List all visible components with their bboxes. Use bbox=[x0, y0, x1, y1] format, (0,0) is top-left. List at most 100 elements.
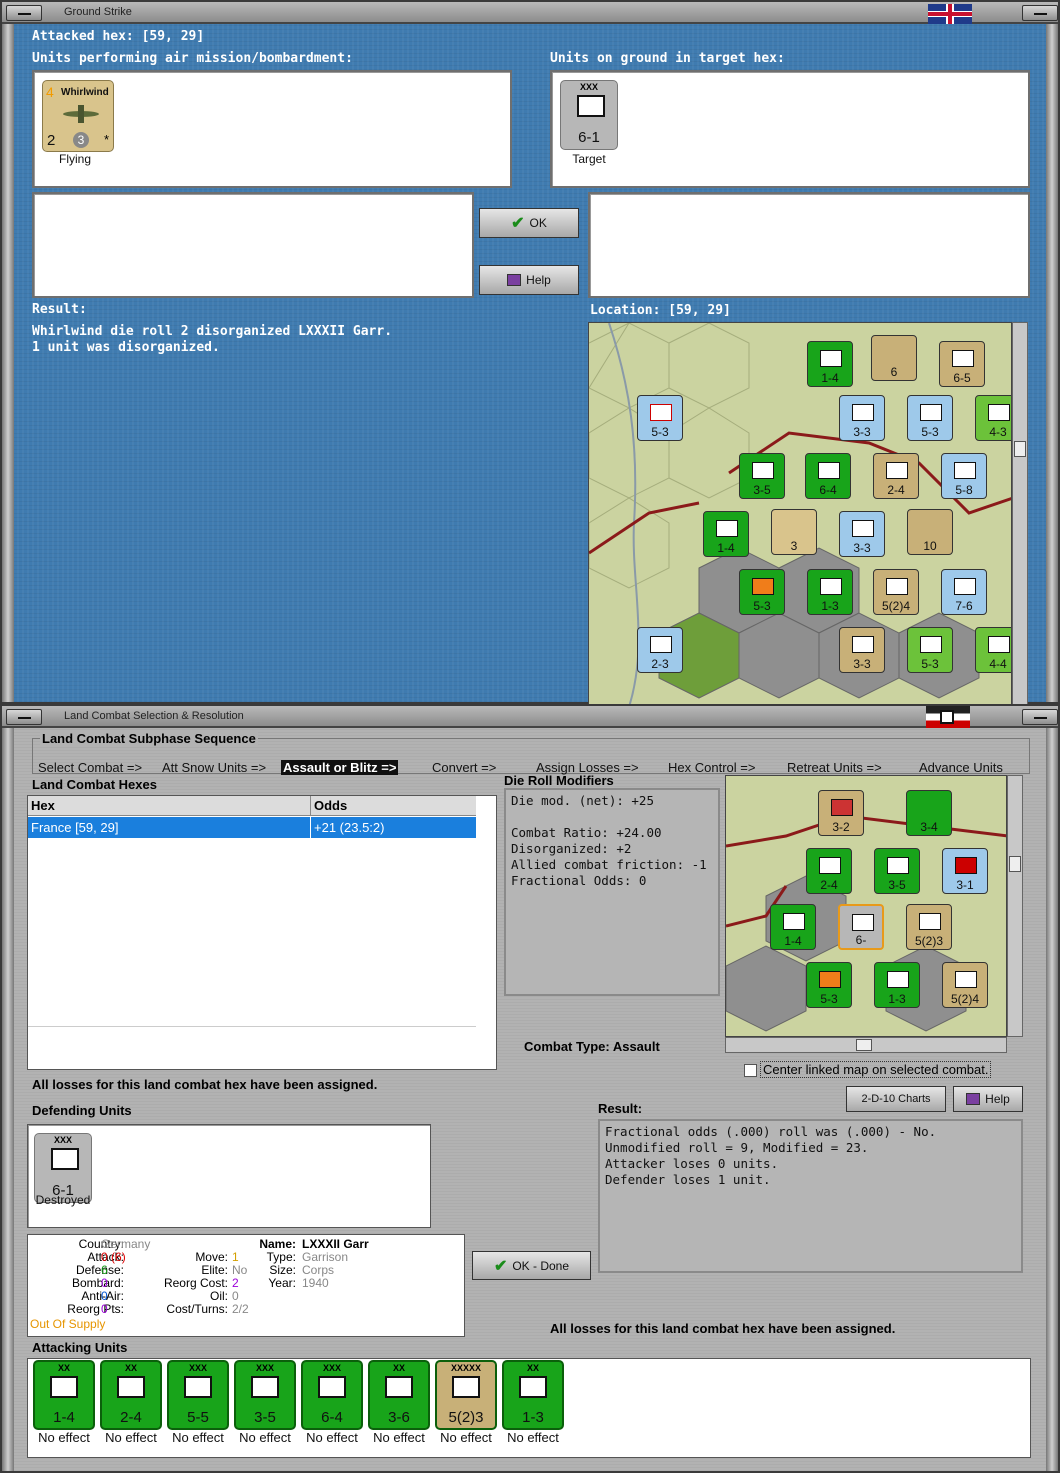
minimize-button[interactable] bbox=[6, 709, 42, 725]
map-counter[interactable]: 2-3 bbox=[637, 627, 683, 673]
map-counter[interactable]: 7-6 bbox=[941, 569, 987, 615]
map-counter[interactable]: 5(2)4 bbox=[873, 569, 919, 615]
info-bombard-v: 0 bbox=[101, 1276, 108, 1290]
combat-map-hscroll[interactable] bbox=[725, 1037, 1007, 1053]
charts-button[interactable]: 2-D-10 Charts bbox=[846, 1086, 946, 1112]
result-line: Attacker loses 0 units. bbox=[605, 1156, 779, 1171]
seq-select-combat[interactable]: Select Combat => bbox=[38, 760, 142, 775]
result-line-2: 1 unit was disorganized. bbox=[32, 340, 220, 355]
garrison-symbol-icon bbox=[51, 1148, 79, 1170]
map-counter[interactable]: 1-3 bbox=[874, 962, 920, 1008]
map-counter[interactable]: 3-5 bbox=[874, 848, 920, 894]
help-button[interactable]: Help bbox=[953, 1086, 1023, 1112]
location-map[interactable]: 1-4 6 6-5 5-3 3-3 5-3 4-3 3-5 6-4 2-4 5-… bbox=[588, 322, 1012, 706]
title-bar: Ground Strike bbox=[2, 2, 1058, 24]
infantry-symbol-icon bbox=[251, 1376, 279, 1398]
map-counter[interactable]: 1-4 bbox=[703, 511, 749, 557]
attacking-unit-counter[interactable]: XX 1-4 bbox=[33, 1360, 95, 1430]
seq-retreat-units[interactable]: Retreat Units => bbox=[787, 760, 882, 775]
info-attack-v2: (6) bbox=[111, 1250, 126, 1264]
map-counter[interactable]: 6-4 bbox=[805, 453, 851, 499]
air-unit-star: * bbox=[103, 132, 109, 147]
table-row[interactable]: France [59, 29] +21 (23.5:2) bbox=[28, 817, 476, 838]
map-counter[interactable]: 2-4 bbox=[873, 453, 919, 499]
combat-map[interactable]: 3-2 3-4 2-4 3-5 3-1 1-4 6- 5(2)3 5-3 1-3… bbox=[725, 775, 1007, 1037]
map-counter[interactable]: 1-4 bbox=[770, 904, 816, 950]
attacking-unit-counter[interactable]: XXXXX 5(2)3 bbox=[435, 1360, 497, 1430]
map-counter[interactable]: 6-5 bbox=[939, 341, 985, 387]
infantry-symbol-icon bbox=[318, 1376, 346, 1398]
result-line: Fractional odds (.000) roll was (.000) -… bbox=[605, 1124, 937, 1139]
close-button[interactable] bbox=[1022, 5, 1058, 21]
map-counter[interactable]: 1-3 bbox=[807, 569, 853, 615]
ground-unit-counter[interactable]: XXX 6-1 bbox=[560, 80, 618, 150]
attacking-unit-counter[interactable]: XX 2-4 bbox=[100, 1360, 162, 1430]
target-counter[interactable]: 6- bbox=[838, 904, 884, 950]
attacking-unit-counter[interactable]: XX 3-6 bbox=[368, 1360, 430, 1430]
air-unit-status: Flying bbox=[58, 152, 91, 166]
seq-hex-control[interactable]: Hex Control => bbox=[668, 760, 755, 775]
seq-convert[interactable]: Convert => bbox=[432, 760, 496, 775]
ok-done-button[interactable]: ✔ OK - Done bbox=[472, 1251, 591, 1280]
map-counter[interactable]: 3 bbox=[771, 509, 817, 555]
seq-att-snow[interactable]: Att Snow Units => bbox=[162, 760, 266, 775]
help-button[interactable]: Help bbox=[479, 265, 579, 295]
map-counter[interactable]: 3-4 bbox=[906, 790, 952, 836]
infantry-symbol-icon bbox=[117, 1376, 145, 1398]
scroll-thumb[interactable] bbox=[856, 1039, 872, 1051]
close-button[interactable] bbox=[1022, 709, 1058, 725]
drm-label: Die Roll Modifiers bbox=[504, 773, 614, 788]
map-counter[interactable]: 2-4 bbox=[806, 848, 852, 894]
ok-button[interactable]: ✔ OK bbox=[479, 208, 579, 238]
map-counter[interactable]: 5(2)3 bbox=[906, 904, 952, 950]
air-unit-name: Whirlwind bbox=[61, 87, 109, 98]
unit-value: 2-4 bbox=[120, 1409, 142, 1426]
row-odds: +21 (23.5:2) bbox=[314, 820, 385, 835]
minimize-button[interactable] bbox=[6, 5, 42, 21]
air-unit-counter[interactable]: 4 Whirlwind 2 3 * bbox=[42, 80, 114, 152]
window-title: Ground Strike bbox=[64, 6, 132, 18]
unit-value: 6-4 bbox=[321, 1409, 343, 1426]
unit-size: XX bbox=[57, 1363, 70, 1373]
map-counter[interactable]: 5-3 bbox=[739, 569, 785, 615]
scroll-thumb[interactable] bbox=[1014, 441, 1026, 457]
help-label: Help bbox=[985, 1092, 1010, 1106]
map-counter[interactable]: 5-3 bbox=[907, 627, 953, 673]
seq-advance-units[interactable]: Advance Units bbox=[919, 760, 1003, 775]
center-map-checkbox[interactable] bbox=[744, 1064, 757, 1077]
map-scrollbar[interactable] bbox=[1012, 322, 1028, 706]
attacking-unit-counter[interactable]: XXX 6-4 bbox=[301, 1360, 363, 1430]
air-units-label: Units performing air mission/bombardment… bbox=[32, 51, 353, 66]
map-counter[interactable]: 3-3 bbox=[839, 627, 885, 673]
map-counter[interactable]: 5(2)4 bbox=[942, 962, 988, 1008]
map-counter[interactable]: 6 bbox=[871, 335, 917, 381]
unit-size: XX bbox=[526, 1363, 539, 1373]
map-counter[interactable]: 3-3 bbox=[839, 511, 885, 557]
attacking-unit-counter[interactable]: XX 1-3 bbox=[502, 1360, 564, 1430]
unit-status: No effect bbox=[172, 1430, 224, 1445]
drm-line: Combat Ratio: +24.00 bbox=[511, 825, 662, 840]
map-counter[interactable]: 3-2 bbox=[818, 790, 864, 836]
map-counter[interactable]: 5-3 bbox=[637, 395, 683, 441]
attacking-unit-counter[interactable]: XXX 3-5 bbox=[234, 1360, 296, 1430]
map-counter[interactable]: 3-3 bbox=[839, 395, 885, 441]
window-title: Land Combat Selection & Resolution bbox=[64, 710, 244, 722]
map-counter[interactable]: 5-8 bbox=[941, 453, 987, 499]
map-counter[interactable]: 4-3 bbox=[975, 395, 1011, 441]
attacking-unit-counter[interactable]: XXX 5-5 bbox=[167, 1360, 229, 1430]
combat-map-vscroll[interactable] bbox=[1007, 775, 1023, 1037]
map-counter[interactable]: 3-5 bbox=[739, 453, 785, 499]
map-counter[interactable]: 5-3 bbox=[907, 395, 953, 441]
seq-assault-blitz[interactable]: Assault or Blitz => bbox=[281, 760, 399, 775]
losses-message-2: All losses for this land combat hex have… bbox=[550, 1321, 896, 1336]
german-flag-icon bbox=[926, 706, 970, 728]
drm-line bbox=[511, 809, 707, 825]
scroll-thumb[interactable] bbox=[1009, 856, 1021, 872]
unit-status: No effect bbox=[105, 1430, 157, 1445]
map-counter[interactable]: 1-4 bbox=[807, 341, 853, 387]
map-counter[interactable]: 10 bbox=[907, 509, 953, 555]
map-counter[interactable]: 5-3 bbox=[806, 962, 852, 1008]
map-counter[interactable]: 3-1 bbox=[942, 848, 988, 894]
map-counter[interactable]: 4-4 bbox=[975, 627, 1011, 673]
info-attack-v: 0 bbox=[101, 1250, 108, 1264]
